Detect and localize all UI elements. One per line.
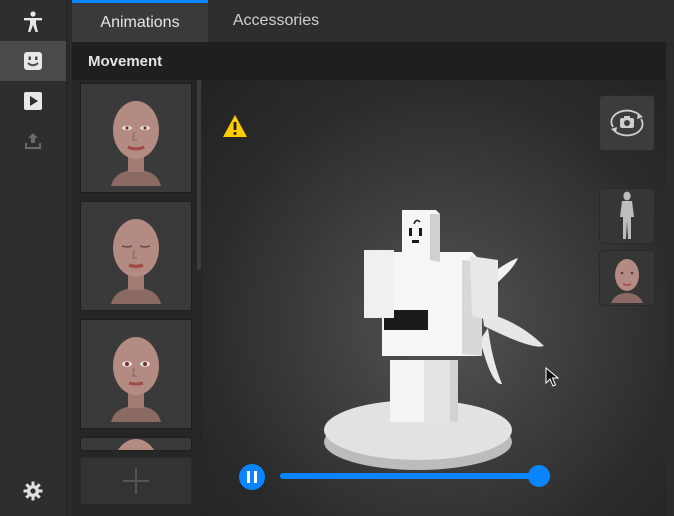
tab-bar: Animations Accessories — [72, 0, 674, 42]
animation-list — [72, 80, 202, 516]
section-title: Movement — [88, 53, 163, 70]
tab-animations[interactable]: Animations — [72, 0, 208, 42]
head-view-button[interactable] — [599, 250, 655, 306]
animation-thumbnail[interactable] — [80, 437, 192, 451]
head-icon — [611, 259, 643, 303]
face-thumbnail-icon — [111, 101, 161, 186]
rail-face-button[interactable] — [0, 41, 66, 81]
camera-rotate-button[interactable] — [599, 95, 655, 151]
rail-avatar-button[interactable] — [0, 2, 66, 42]
tab-accessories-label: Accessories — [232, 12, 320, 29]
camera-rotate-icon — [610, 109, 644, 137]
rail-settings-button[interactable] — [0, 471, 66, 511]
tab-animations-label: Animations — [100, 13, 180, 31]
face-thumbnail-icon — [117, 439, 155, 450]
full-body-view-button[interactable] — [599, 188, 655, 244]
animation-thumbnail[interactable] — [80, 319, 192, 429]
gear-icon — [23, 481, 43, 501]
pause-icon — [247, 471, 257, 483]
character-preview — [324, 210, 544, 470]
full-body-icon — [620, 191, 634, 239]
warning-icon[interactable] — [222, 114, 248, 143]
playback-slider[interactable] — [280, 465, 551, 487]
playback-slider-knob[interactable] — [528, 465, 551, 487]
upload-icon — [25, 133, 41, 149]
face-thumbnail-icon — [111, 219, 161, 304]
tab-accessories[interactable]: Accessories — [208, 0, 344, 42]
figure-icon — [24, 11, 42, 32]
rail-animation-button[interactable] — [0, 81, 66, 121]
face-icon — [24, 52, 42, 70]
face-thumbnail-icon — [111, 337, 161, 422]
rail-upload-button[interactable] — [0, 121, 66, 161]
right-edge — [666, 42, 674, 516]
preview-viewport[interactable] — [202, 80, 666, 516]
left-rail — [0, 0, 67, 516]
animation-thumbnail[interactable] — [80, 201, 192, 311]
animation-thumbnail[interactable] — [80, 83, 192, 193]
playback-slider-fill — [280, 473, 540, 479]
add-animation-button[interactable] — [80, 457, 192, 505]
mouse-cursor-icon — [545, 367, 559, 387]
section-header: Movement — [72, 42, 666, 81]
pause-button[interactable] — [239, 464, 265, 490]
plus-icon — [123, 468, 149, 494]
list-scrollbar[interactable] — [197, 80, 201, 270]
play-icon — [24, 92, 42, 110]
